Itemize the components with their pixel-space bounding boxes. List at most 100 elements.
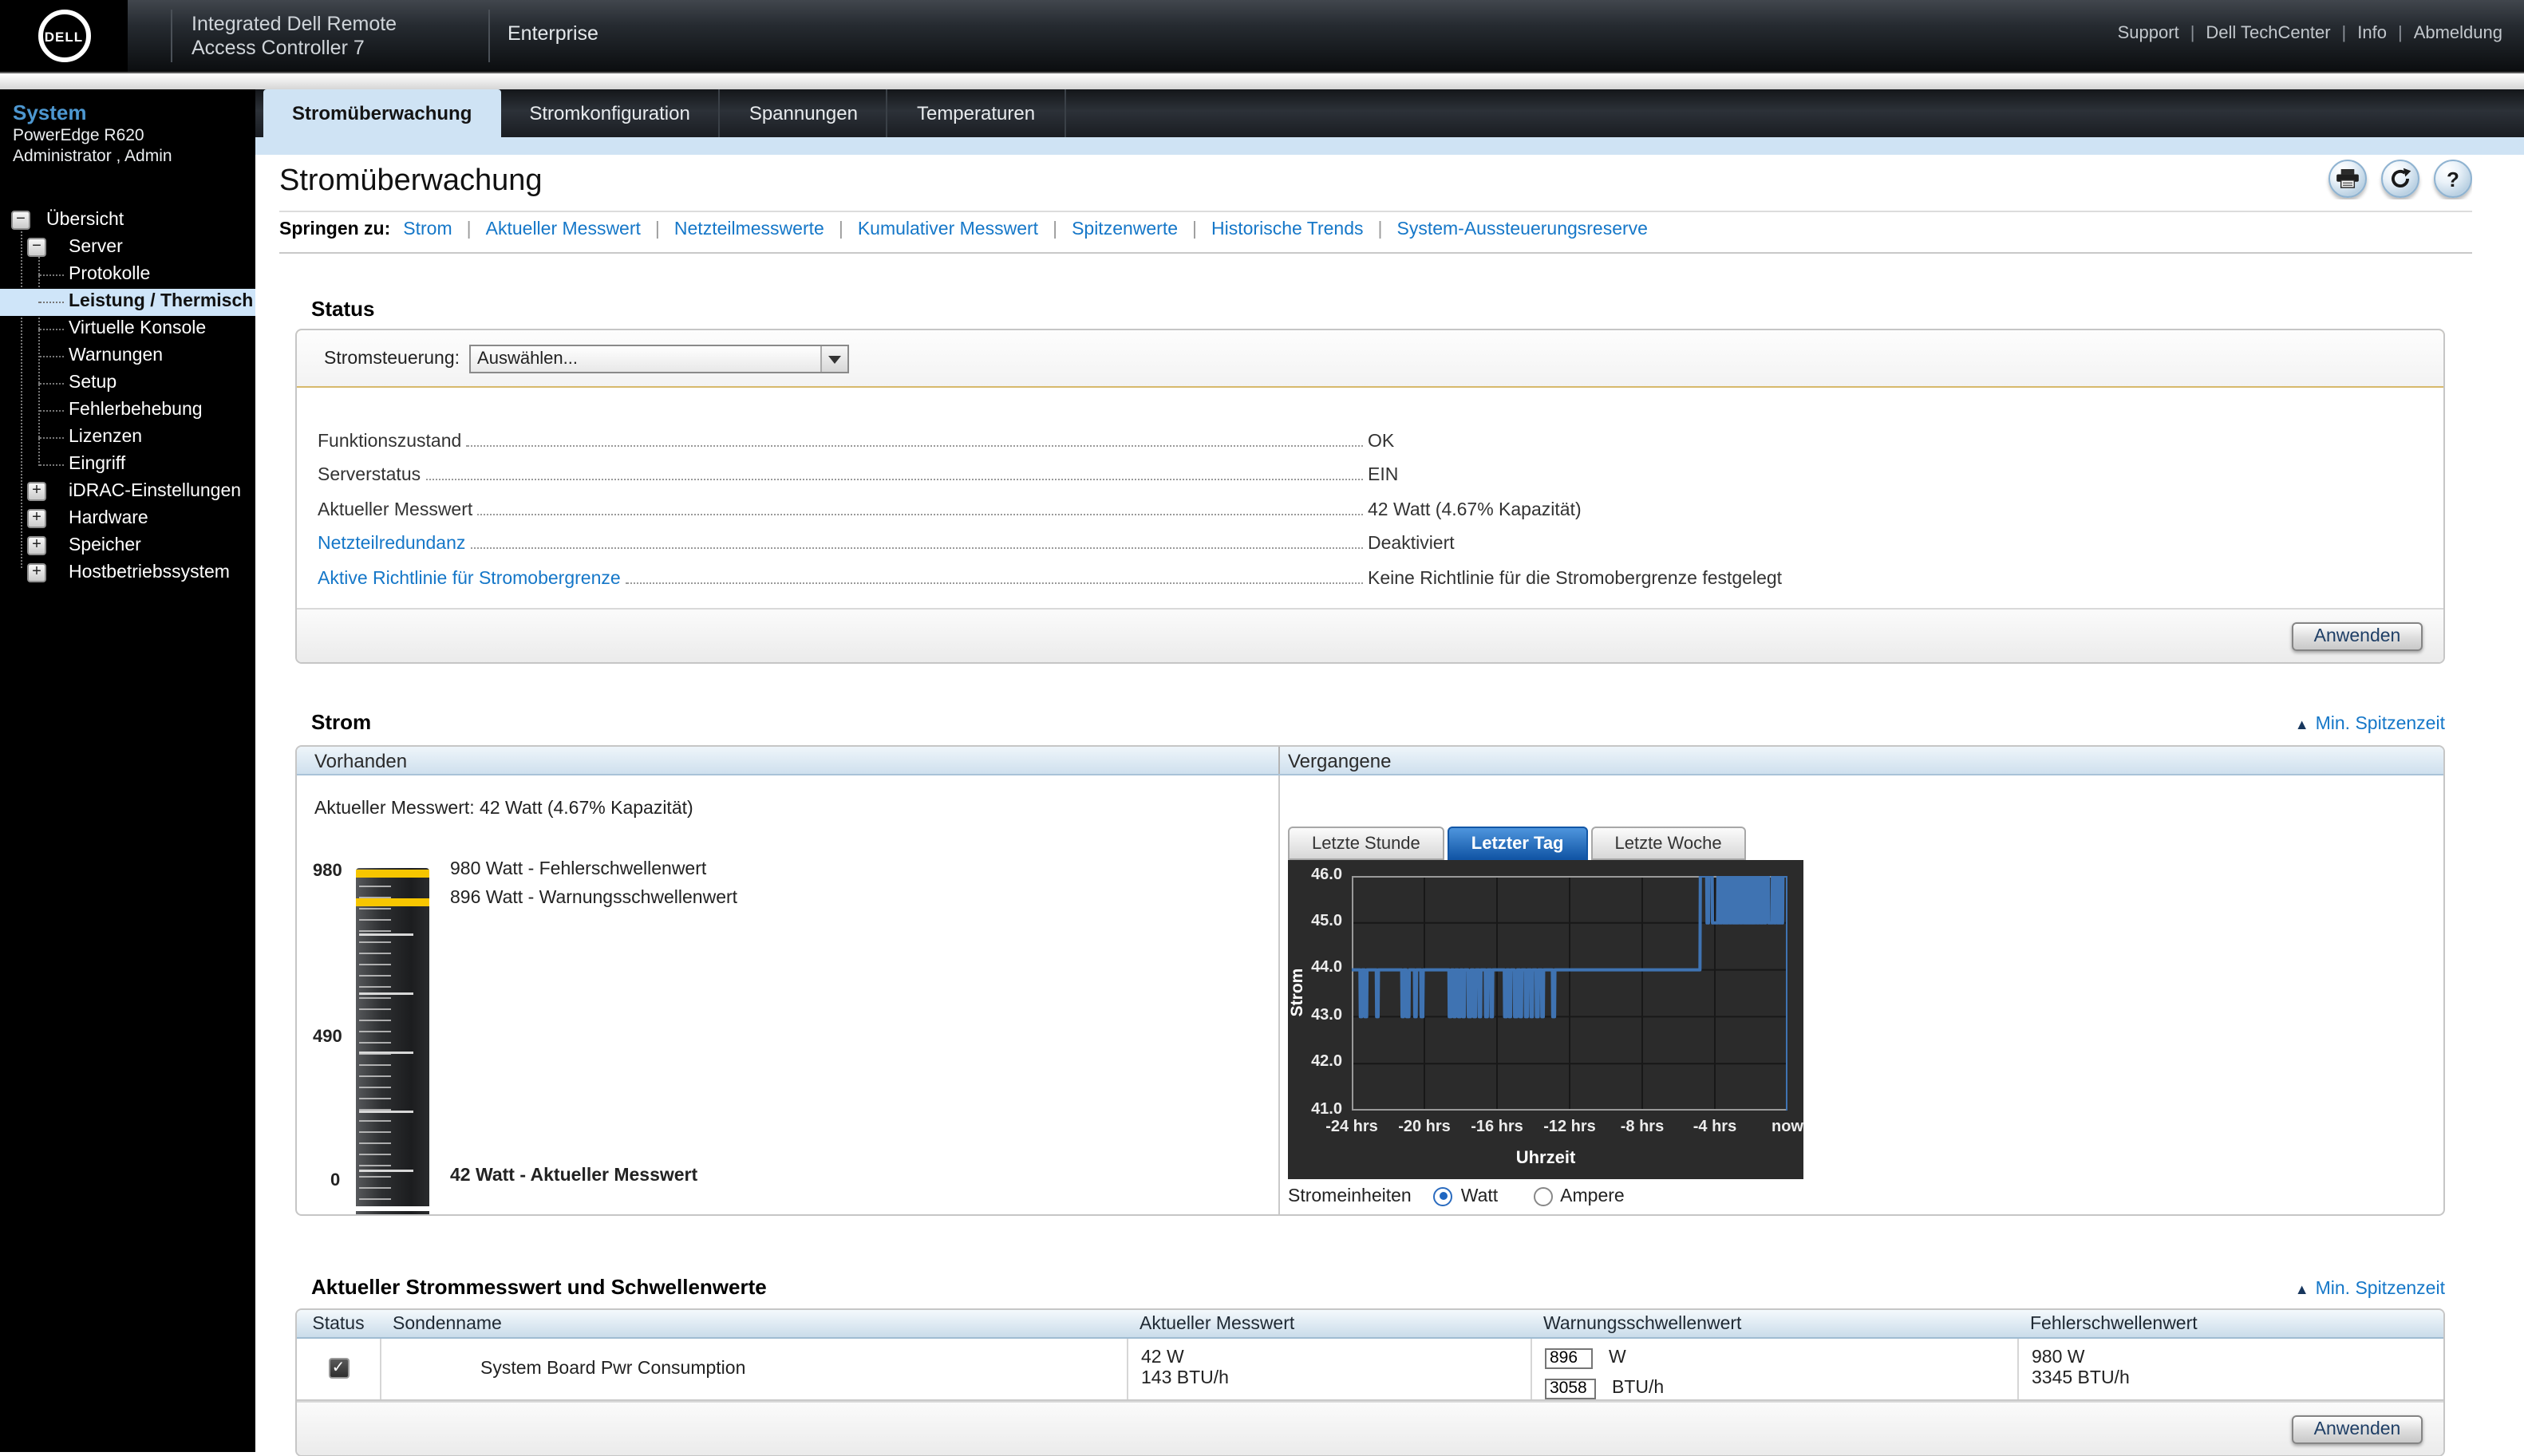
header-link-abmeldung[interactable]: Abmeldung (2414, 24, 2502, 43)
jump-link-kumulativer-messwert[interactable]: Kumulativer Messwert (858, 220, 1038, 239)
sidebar-item-hardware[interactable]: + Hardware (0, 507, 255, 534)
sidebar-item-label: iDRAC-Einstellungen (69, 483, 241, 502)
vorhanden-section: Aktueller Messwert: 42 Watt (4.67% Kapaz… (297, 775, 1278, 1215)
tab-temperaturen[interactable]: Temperaturen (888, 89, 1065, 137)
sidebar-item-label: Speicher (69, 537, 141, 556)
status-label[interactable]: Aktive Richtlinie für Stromobergrenze (318, 569, 621, 588)
jump-link-strom[interactable]: Strom (403, 220, 452, 239)
tree-toggle-plus-icon[interactable]: + (27, 510, 46, 529)
status-row-aktive-richtlinie-für-stromobergrenze: Aktive Richtlinie für StromobergrenzeKei… (318, 554, 2443, 588)
sidebar-item-label: Leistung / Thermisch (69, 293, 253, 312)
sidebar-item-virtuelle-konsole[interactable]: Virtuelle Konsole (0, 317, 255, 344)
range-tab-letzte-stunde[interactable]: Letzte Stunde (1288, 826, 1444, 859)
sidebar-item-übersicht[interactable]: −Übersicht (0, 208, 255, 235)
status-value: 42 Watt (4.67% Kapazität) (1368, 500, 2443, 519)
jump-link-spitzenwerte[interactable]: Spitzenwerte (1072, 220, 1178, 239)
sidebar-item-label: Virtuelle Konsole (69, 320, 206, 339)
jump-link-historische-trends[interactable]: Historische Trends (1211, 220, 1363, 239)
link-separator: | (2190, 24, 2195, 43)
status-row-aktueller-messwert: Aktueller Messwert42 Watt (4.67% Kapazit… (318, 485, 2443, 519)
range-tab-letzter-tag[interactable]: Letzter Tag (1448, 826, 1588, 859)
status-label[interactable]: Netzteilredundanz (318, 535, 465, 554)
sidebar-model: PowerEdge R620 (13, 126, 255, 147)
sidebar-item-hostbetriebssystem[interactable]: +Hostbetriebssystem (0, 561, 255, 588)
link-separator: | (1378, 220, 1383, 239)
sidebar-item-fehlerbehebung[interactable]: Fehlerbehebung (0, 398, 255, 425)
header-link-dell-techcenter[interactable]: Dell TechCenter (2206, 24, 2330, 43)
status-heading: Status (311, 297, 2472, 321)
header-link-support[interactable]: Support (2118, 24, 2179, 43)
unit-option-ampere[interactable]: Ampere (1533, 1186, 1625, 1205)
sidebar-item-eingriff[interactable]: Eingriff (0, 452, 255, 479)
table-footer: Anwenden (297, 1400, 2443, 1454)
tree-toggle-plus-icon[interactable]: + (27, 564, 46, 583)
chart-x-tick: -4 hrs (1680, 1118, 1750, 1135)
link-separator: | (1192, 220, 1197, 239)
fault-threshold-cell: 980 W 3345 BTU/h (2017, 1338, 2443, 1399)
gauge-min-label: 0 (330, 1170, 340, 1190)
jump-link-netzteilmesswerte[interactable]: Netzteilmesswerte (674, 220, 824, 239)
sidebar-item-lizenzen[interactable]: Lizenzen (0, 425, 255, 452)
unit-option-watt[interactable]: Watt (1434, 1186, 1498, 1205)
sidebar-item-protokolle[interactable]: Protokolle (0, 262, 255, 290)
sidebar-item-leistung-thermisch[interactable]: Leistung / Thermisch (0, 290, 255, 317)
header-substrip (0, 72, 2524, 89)
printer-icon[interactable] (2328, 160, 2367, 198)
chart-plot (1352, 875, 1787, 1110)
min-peak-link[interactable]: ▲Min. Spitzenzeit (2295, 714, 2445, 733)
power-control-box: Stromsteuerung: Auswählen... (295, 329, 2445, 388)
dell-logo-icon[interactable]: DELL (38, 10, 90, 62)
warning-btu-input[interactable] (1545, 1378, 1596, 1399)
header-link-info[interactable]: Info (2357, 24, 2387, 43)
jump-link-aktueller-messwert[interactable]: Aktueller Messwert (486, 220, 641, 239)
min-peak-link[interactable]: ▲Min. Spitzenzeit (2295, 1279, 2445, 1298)
chart-x-tick: -24 hrs (1317, 1118, 1387, 1135)
threshold-heading: Aktueller Strommesswert und Schwellenwer… (311, 1274, 767, 1298)
link-separator: | (2398, 24, 2403, 43)
tree-toggle-minus-icon[interactable]: − (27, 239, 46, 258)
warning-btu-unit: BTU/h (1612, 1379, 1664, 1398)
link-separator: | (2342, 24, 2347, 43)
dotted-leader (466, 444, 1363, 446)
sidebar-item-setup[interactable]: Setup (0, 371, 255, 398)
apply-button[interactable]: Anwenden (2292, 1415, 2423, 1443)
header-links: Support | Dell TechCenter | Info | Abmeldung (2118, 24, 2502, 43)
sidebar-item-label: Hardware (69, 510, 148, 529)
main-area: StromüberwachungStromkonfigurationSpannu… (255, 89, 2524, 1452)
current-value-band (356, 1205, 429, 1210)
status-checkbox[interactable]: ✓ (328, 1358, 349, 1379)
sidebar-item-speicher[interactable]: + Speicher (0, 534, 255, 561)
sidebar-item-warnungen[interactable]: Warnungen (0, 344, 255, 371)
strom-panel: Vorhanden Vergangene Aktueller Messwert:… (295, 744, 2445, 1215)
tab-stromkonfiguration[interactable]: Stromkonfiguration (500, 89, 720, 137)
threshold-table: Status Sondenname Aktueller Messwert War… (295, 1308, 2445, 1456)
sidebar-item-idrac-einstellungen[interactable]: + iDRAC-Einstellungen (0, 479, 255, 507)
range-tab-letzte-woche[interactable]: Letzte Woche (1591, 826, 1746, 859)
tree-toggle-plus-icon[interactable]: + (27, 537, 46, 556)
status-row-netzteilredundanz: NetzteilredundanzDeaktiviert (318, 519, 2443, 554)
radio-selected-icon[interactable] (1434, 1186, 1453, 1205)
title-row: Stromüberwachung (279, 155, 2472, 199)
chart-y-tick: 44.0 (1294, 960, 1342, 977)
refresh-icon[interactable] (2381, 160, 2419, 198)
warning-watt-input[interactable] (1545, 1347, 1593, 1368)
stromsteuerung-select[interactable]: Auswählen... (469, 345, 849, 373)
help-icon[interactable]: ? (2434, 160, 2472, 198)
sidebar-item-server[interactable]: −Server (0, 235, 255, 262)
apply-button[interactable]: Anwenden (2292, 621, 2423, 650)
col-fault: Fehlerschwellenwert (2017, 1309, 2443, 1336)
tab-spannungen[interactable]: Spannungen (721, 89, 888, 137)
tab-stromüberwachung[interactable]: Stromüberwachung (263, 89, 500, 137)
tree-toggle-minus-icon[interactable]: − (11, 211, 30, 231)
warning-watt-unit: W (1609, 1348, 1626, 1367)
fault-threshold-label: 980 Watt - Fehlerschwellenwert (450, 859, 706, 878)
sidebar-item-label: Fehlerbehebung (69, 401, 203, 420)
tree-toggle-plus-icon[interactable]: + (27, 483, 46, 502)
jump-link-system-aussteuerungsreserve[interactable]: System-Aussteuerungsreserve (1397, 220, 1648, 239)
radio-unselected-icon[interactable] (1533, 1186, 1552, 1205)
chevron-down-icon (820, 346, 847, 372)
strom-body: Aktueller Messwert: 42 Watt (4.67% Kapaz… (297, 775, 2443, 1215)
vergangene-header: Vergangene (1278, 746, 2443, 773)
power-history-chart: Strom Uhrzeit 46.045.044.043.042.041.0-2… (1288, 859, 1803, 1178)
sidebar-title: System (13, 101, 255, 124)
